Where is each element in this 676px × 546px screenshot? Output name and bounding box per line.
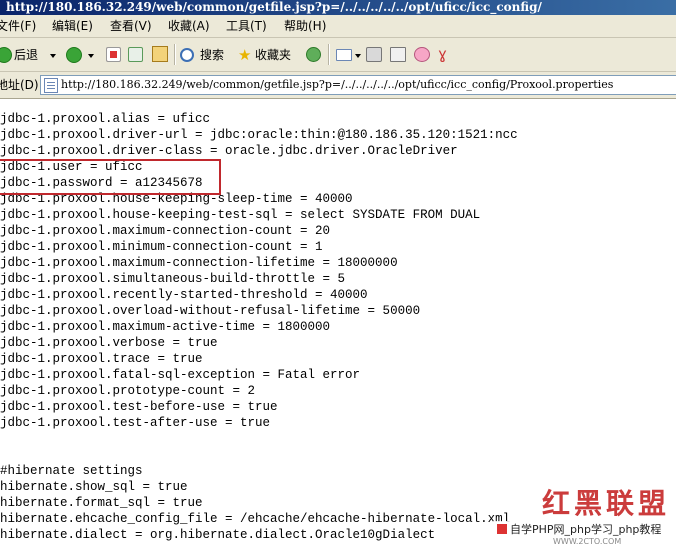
document-content: jdbc-1.proxool.alias = uficc jdbc-1.prox… (0, 99, 676, 543)
text-line: jdbc-1.proxool.recently-started-threshol… (0, 288, 368, 302)
text-line: jdbc-1.proxool.minimum-connection-count … (0, 240, 323, 254)
address-input[interactable]: http://180.186.32.249/web/common/getfile… (40, 75, 676, 95)
back-arrow-icon (0, 47, 12, 63)
back-button[interactable]: 后退 (0, 44, 46, 66)
text-line: hibernate.format_sql = true (0, 496, 203, 510)
text-line: hibernate.ehcache_config_file = /ehcache… (0, 512, 511, 526)
menu-file[interactable]: 文件(F) (0, 15, 36, 37)
address-url: http://180.186.32.249/web/common/getfile… (61, 78, 614, 91)
text-line: jdbc-1.proxool.house-keeping-test-sql = … (0, 208, 481, 222)
mail-dropdown-icon[interactable] (355, 54, 361, 58)
address-bar: 地址(D) http://180.186.32.249/web/common/g… (0, 72, 676, 99)
address-label: 地址(D) (0, 78, 39, 92)
search-icon (180, 48, 194, 62)
text-line: jdbc-1.proxool.trace = true (0, 352, 203, 366)
favorites-label: 收藏夹 (255, 48, 292, 62)
text-line: jdbc-1.proxool.test-after-use = true (0, 416, 271, 430)
text-line: jdbc-1.proxool.alias = uficc (0, 112, 211, 126)
tool-icon[interactable]: ɣ (438, 44, 447, 64)
messenger-icon[interactable] (414, 47, 430, 62)
menu-help[interactable]: 帮助(H) (284, 15, 326, 37)
home-icon[interactable] (152, 46, 168, 62)
text-line: jdbc-1.proxool.maximum-connection-lifeti… (0, 256, 398, 270)
refresh-icon[interactable] (128, 47, 143, 62)
text-line: jdbc-1.proxool.simultaneous-build-thrott… (0, 272, 346, 286)
text-line: jdbc-1.proxool.prototype-count = 2 (0, 384, 256, 398)
credentials-highlight-box (0, 159, 221, 195)
menu-edit[interactable]: 编辑(E) (52, 15, 93, 37)
toolbar-separator (174, 44, 176, 65)
back-dropdown-icon[interactable] (50, 54, 56, 58)
star-icon: ★ (238, 46, 252, 64)
page-icon (44, 78, 58, 93)
back-label: 后退 (14, 48, 39, 62)
text-line: jdbc-1.proxool.verbose = true (0, 336, 218, 350)
menu-view[interactable]: 查看(V) (110, 15, 152, 37)
menu-favorites[interactable]: 收藏(A) (168, 15, 210, 37)
mail-icon[interactable] (336, 49, 352, 61)
history-icon[interactable] (306, 47, 321, 62)
text-line: jdbc-1.proxool.test-before-use = true (0, 400, 278, 414)
window-title-bar: http://180.186.32.249/web/common/getfile… (0, 0, 676, 15)
window-title: http://180.186.32.249/web/common/getfile… (6, 0, 542, 14)
text-line: jdbc-1.proxool.fatal-sql-exception = Fat… (0, 368, 361, 382)
print-icon[interactable] (366, 47, 382, 62)
search-button[interactable]: 搜索 (180, 44, 228, 66)
edit-icon[interactable] (390, 47, 406, 62)
menu-tools[interactable]: 工具(T) (226, 15, 267, 37)
stop-icon[interactable] (106, 47, 121, 62)
text-line: jdbc-1.proxool.maximum-connection-count … (0, 224, 331, 238)
search-label: 搜索 (200, 48, 225, 62)
toolbar: 后退 搜索 ★ 收藏夹 ɣ (0, 38, 676, 72)
text-line: #hibernate settings (0, 464, 143, 478)
text-line: jdbc-1.proxool.driver-class = oracle.jdb… (0, 144, 458, 158)
menu-bar: 文件(F) 编辑(E) 查看(V) 收藏(A) 工具(T) 帮助(H) (0, 15, 676, 38)
text-line: hibernate.dialect = org.hibernate.dialec… (0, 528, 436, 542)
text-line: jdbc-1.proxool.overload-without-refusal-… (0, 304, 421, 318)
forward-dropdown-icon[interactable] (88, 54, 94, 58)
text-line: hibernate.show_sql = true (0, 480, 188, 494)
text-line: jdbc-1.proxool.maximum-active-time = 180… (0, 320, 331, 334)
text-line: jdbc-1.proxool.driver-url = jdbc:oracle:… (0, 128, 518, 142)
forward-button[interactable] (66, 47, 82, 63)
favorites-button[interactable]: ★ 收藏夹 (238, 44, 296, 66)
toolbar-separator (328, 44, 330, 65)
